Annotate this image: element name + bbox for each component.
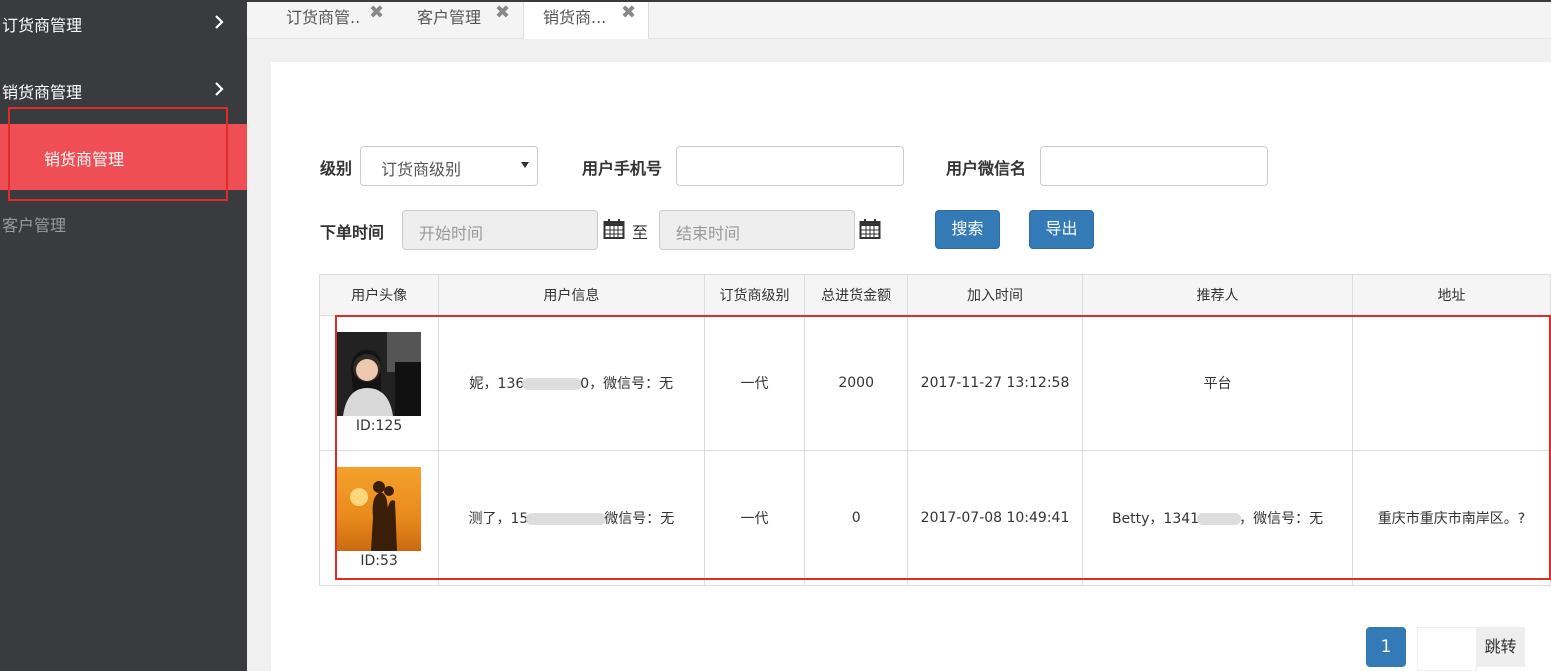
user-id: ID:53 (360, 553, 398, 569)
phone-label: 用户手机号 (582, 159, 663, 178)
address-cell: 重庆市重庆市南岸区。? (1351, 450, 1551, 586)
page-number-button[interactable]: 1 (1366, 627, 1406, 667)
join-time-cell: 2017-11-27 13:12:58 (906, 315, 1084, 451)
column-header: 推荐人 (1082, 274, 1353, 316)
caret-down-icon (521, 162, 529, 168)
referrer-cell: 平台 (1082, 315, 1353, 451)
chevron-right-icon (209, 79, 229, 99)
user-info-text: 测了，15 (468, 511, 529, 527)
order-time-label: 下单时间 (320, 223, 385, 242)
blurred-redaction (522, 378, 583, 390)
column-header: 用户头像 (318, 274, 440, 316)
phone-input[interactable] (676, 146, 904, 186)
referrer-text: Betty，1341 (1111, 511, 1200, 527)
user-info-text: 妮，136 (469, 376, 525, 392)
tab-seller-management[interactable]: 销货商... ✖ (523, 2, 649, 39)
start-time-input[interactable]: 开始时间 (402, 210, 598, 250)
table-row: ID:125 妮，136 0，微信号：无 一代 2000 2017-11-27 1… (318, 315, 1551, 451)
tab-bar: 订货商管.. ✖ 客户管理 ✖ 销货商... ✖ (247, 0, 1551, 39)
table-header-row: 用户头像 用户信息 订货商级别 总进货金额 加入时间 推荐人 地址 (318, 274, 1551, 316)
blurred-redaction (1197, 513, 1242, 525)
tab-label: 订货商管.. (286, 8, 361, 27)
level-select[interactable]: 订货商级别 (360, 146, 538, 186)
column-header: 总进货金额 (804, 274, 908, 316)
blurred-redaction (526, 513, 607, 525)
calendar-icon[interactable] (603, 218, 625, 240)
column-header: 加入时间 (906, 274, 1084, 316)
end-time-input[interactable]: 结束时间 (659, 210, 855, 250)
referrer-cell: Betty，1341 ，微信号：无 (1082, 450, 1353, 586)
tab-orderer-management[interactable]: 订货商管.. ✖ (286, 2, 396, 38)
sidebar-subitem-label: 销货商管理 (44, 150, 125, 169)
level-label: 级别 (320, 159, 353, 178)
avatar[interactable] (337, 332, 422, 416)
level-cell: 一代 (703, 315, 806, 451)
close-icon[interactable]: ✖ (621, 2, 636, 23)
close-icon[interactable]: ✖ (495, 2, 510, 23)
tab-customer-management[interactable]: 客户管理 ✖ (417, 2, 517, 38)
chevron-right-icon (209, 12, 229, 32)
tab-label: 销货商... (543, 8, 607, 27)
column-header: 用户信息 (438, 274, 705, 316)
tab-label: 客户管理 (417, 8, 482, 27)
amount-cell: 2000 (804, 315, 908, 451)
page-jump-button[interactable]: 跳转 (1476, 627, 1525, 667)
wechat-name-input[interactable] (1040, 146, 1268, 186)
referrer-text: ，微信号：无 (1239, 511, 1324, 527)
join-time-cell: 2017-07-08 10:49:41 (906, 450, 1084, 586)
sidebar-item-seller-management[interactable]: 销货商管理 (0, 79, 247, 103)
amount-cell: 0 (804, 450, 908, 586)
end-time-placeholder: 结束时间 (676, 224, 741, 243)
sidebar-item-label: 销货商管理 (2, 83, 83, 102)
close-icon[interactable]: ✖ (369, 2, 384, 23)
column-header: 地址 (1351, 274, 1551, 316)
user-info-cell: 测了，15 微信号：无 (438, 450, 705, 586)
sidebar-item-label: 订货商管理 (2, 16, 83, 35)
referrer-text: 平台 (1203, 376, 1232, 392)
sidebar: 订货商管理 销货商管理 销货商管理 客户管理 (0, 0, 247, 671)
sidebar-item-customer-management[interactable]: 客户管理 (2, 212, 66, 236)
level-cell: 一代 (703, 450, 806, 586)
to-label: 至 (632, 223, 649, 242)
start-time-placeholder: 开始时间 (419, 224, 484, 243)
wechat-name-label: 用户微信名 (946, 159, 1027, 178)
search-button[interactable]: 搜索 (935, 210, 1000, 249)
column-header: 订货商级别 (703, 274, 806, 316)
user-id: ID:125 (355, 418, 403, 434)
export-button[interactable]: 导出 (1029, 210, 1094, 249)
avatar-cell: ID:53 (318, 450, 440, 586)
address-cell (1351, 315, 1551, 451)
sidebar-item-orderer-management[interactable]: 订货商管理 (0, 12, 247, 36)
seller-table: 用户头像 用户信息 订货商级别 总进货金额 加入时间 推荐人 地址 ID:125… (318, 274, 1551, 586)
avatar-cell: ID:125 (318, 315, 440, 451)
avatar[interactable] (337, 467, 422, 551)
user-info-text: 微信号：无 (604, 511, 675, 527)
sidebar-subitem-seller-management[interactable]: 销货商管理 (0, 124, 247, 190)
user-info-text: 0，微信号：无 (580, 376, 674, 392)
table-row: ID:53 测了，15 微信号：无 一代 0 2017-07-08 10:49:4… (318, 450, 1551, 586)
calendar-icon[interactable] (859, 218, 881, 240)
user-info-cell: 妮，136 0，微信号：无 (438, 315, 705, 451)
level-select-value: 订货商级别 (381, 160, 462, 179)
page-jump-input[interactable] (1417, 627, 1477, 671)
